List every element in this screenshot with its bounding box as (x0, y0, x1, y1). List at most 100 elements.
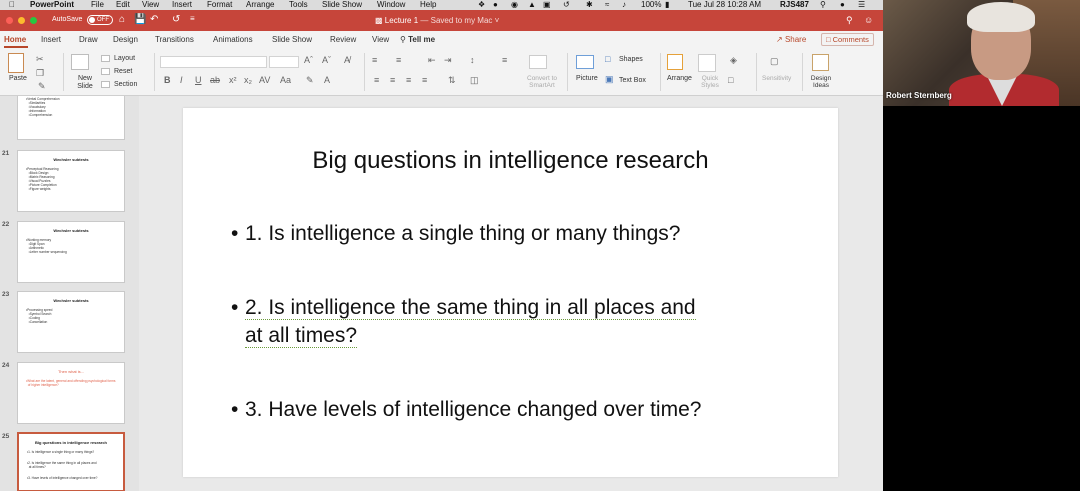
battery-icon[interactable]: ▮ (665, 0, 669, 10)
save-icon[interactable]: 💾 (134, 14, 146, 25)
slide-thumbnail-23[interactable]: Wechsler subtests •Processing speed •Sym… (17, 291, 125, 353)
new-slide-button[interactable]: New Slide (74, 75, 96, 91)
home-icon[interactable]: ⌂ (119, 14, 125, 25)
document-title[interactable]: ▩ Lecture 1 — Saved to my Mac ˅ (375, 16, 499, 25)
numbering-icon[interactable]: ≡ (396, 55, 401, 65)
search-icon[interactable]: ⚲ (846, 15, 853, 26)
quick-styles-button[interactable]: Quick Styles (700, 75, 720, 89)
increase-indent-icon[interactable]: ⇥ (444, 55, 452, 66)
tab-insert[interactable]: Insert (41, 35, 61, 44)
underline-icon[interactable]: U (195, 75, 202, 85)
comments-button[interactable]: □ Comments (821, 33, 874, 46)
font-family-select[interactable] (160, 56, 267, 68)
slide-thumbnail-20[interactable]: •Verbal Comprehension •Similarities •Voc… (17, 96, 125, 140)
status-icon[interactable]: ● (493, 0, 498, 10)
shapes-button[interactable]: Shapes (619, 56, 643, 63)
line-spacing-icon[interactable]: ↕ (470, 55, 475, 65)
align-text-icon[interactable]: ≡ (502, 55, 507, 65)
bluetooth-icon[interactable]: ✱ (586, 0, 593, 10)
reset-button[interactable]: Reset (114, 68, 132, 75)
battery-percent[interactable]: 100% (641, 0, 661, 10)
slide-thumbnail-24[interactable]: Then what is... •What are the latent, ge… (17, 362, 125, 424)
siri-icon[interactable]: ● (840, 0, 845, 10)
autosave-toggle[interactable]: OFF (87, 15, 113, 25)
convert-smartart-button[interactable]: Convert to SmartArt (523, 75, 561, 89)
menu-tools[interactable]: Tools (289, 0, 308, 10)
bullets-icon[interactable]: ≡ (372, 55, 377, 65)
drive-icon[interactable]: ▲ (528, 0, 536, 10)
format-painter-icon[interactable]: ✎ (38, 81, 46, 92)
design-ideas-button[interactable]: Design Ideas (810, 75, 832, 89)
slide-thumbnail-25-selected[interactable]: Big questions in intelligence research •… (17, 432, 125, 491)
menu-view[interactable]: View (142, 0, 159, 10)
slide-thumbnail-21[interactable]: Wechsler subtests •Perceptual Reasoning … (17, 150, 125, 212)
minimize-window-button[interactable] (18, 17, 25, 24)
user-account[interactable]: RJS487 (780, 0, 809, 10)
align-left-icon[interactable]: ≡ (374, 75, 379, 85)
shape-fill-icon[interactable]: ◈ (730, 55, 737, 66)
time-machine-icon[interactable]: ↺ (563, 0, 570, 10)
menu-slide-show[interactable]: Slide Show (322, 0, 362, 10)
menu-file[interactable]: File (91, 0, 104, 10)
tab-review[interactable]: Review (330, 35, 356, 44)
clear-formatting-icon[interactable]: A̸ (344, 55, 350, 65)
tab-draw[interactable]: Draw (79, 35, 98, 44)
cut-icon[interactable]: ✂ (36, 54, 44, 65)
slide-title[interactable]: Big questions in intelligence research (183, 147, 838, 175)
layout-button[interactable]: Layout (114, 55, 135, 62)
redo-icon[interactable]: ↺ (172, 14, 180, 25)
share-button[interactable]: ↗ Share (776, 35, 806, 44)
justify-icon[interactable]: ≡ (422, 75, 427, 85)
picture-button[interactable]: Picture (576, 75, 598, 82)
bold-icon[interactable]: B (164, 75, 171, 85)
change-case-icon[interactable]: Aa (280, 75, 291, 85)
char-spacing-icon[interactable]: AV (259, 75, 270, 85)
sensitivity-button[interactable]: Sensitivity (762, 75, 791, 82)
wifi-icon[interactable]: ≈ (605, 0, 609, 10)
increase-font-icon[interactable]: Aˆ (304, 55, 313, 65)
subscript-icon[interactable]: x₂ (244, 75, 252, 85)
slide-thumbnail-22[interactable]: Wechsler subtests •Working memory •Digit… (17, 221, 125, 283)
columns-icon[interactable]: ◫ (470, 75, 479, 86)
tab-view[interactable]: View (372, 35, 389, 44)
clock[interactable]: Tue Jul 28 10:28 AM (688, 0, 761, 10)
account-icon[interactable]: ☺ (864, 15, 873, 25)
slide-bullet-3[interactable]: • 3. Have levels of intelligence changed… (231, 396, 701, 424)
font-color-icon[interactable]: A (324, 75, 330, 85)
dropbox-icon[interactable]: ❖ (478, 0, 485, 10)
vpn-icon[interactable]: ◉ (511, 0, 518, 10)
section-button[interactable]: Section (114, 81, 137, 88)
slide-bullet-2[interactable]: • 2. Is intelligence the same thing in a… (231, 294, 696, 350)
tab-design[interactable]: Design (113, 35, 138, 44)
italic-icon[interactable]: I (180, 75, 183, 85)
decrease-indent-icon[interactable]: ⇤ (428, 55, 436, 66)
tab-animations[interactable]: Animations (213, 35, 253, 44)
highlight-icon[interactable]: ✎ (306, 75, 314, 86)
align-center-icon[interactable]: ≡ (390, 75, 395, 85)
decrease-font-icon[interactable]: Aˇ (322, 55, 331, 65)
menu-arrange[interactable]: Arrange (246, 0, 274, 10)
paste-icon[interactable] (8, 53, 24, 73)
spotlight-search-icon[interactable]: ⚲ (820, 0, 826, 10)
tab-transitions[interactable]: Transitions (155, 35, 194, 44)
strikethrough-icon[interactable]: ab (210, 75, 220, 85)
customize-toolbar-icon[interactable]: ≡ (190, 14, 195, 23)
text-direction-icon[interactable]: ⇅ (448, 75, 456, 86)
zoom-window-button[interactable] (30, 17, 37, 24)
shape-outline-icon[interactable]: □ (728, 75, 733, 85)
undo-icon[interactable]: ↶ (150, 14, 158, 25)
slide-canvas[interactable]: Big questions in intelligence research •… (183, 108, 838, 477)
menu-edit[interactable]: Edit (116, 0, 130, 10)
superscript-icon[interactable]: x² (229, 75, 237, 85)
copy-icon[interactable]: ❐ (36, 68, 44, 79)
new-slide-icon[interactable] (71, 54, 89, 70)
notification-center-icon[interactable]: ☰ (858, 0, 865, 10)
text-box-button[interactable]: Text Box (619, 77, 646, 84)
tab-slide-show[interactable]: Slide Show (272, 35, 312, 44)
tell-me-search[interactable]: ⚲ Tell me (400, 35, 435, 44)
menu-insert[interactable]: Insert (172, 0, 192, 10)
font-size-select[interactable] (269, 56, 299, 68)
monitor-icon[interactable]: ▣ (543, 0, 551, 10)
volume-icon[interactable]: ♪ (622, 0, 626, 10)
tab-home[interactable]: Home (4, 35, 26, 44)
